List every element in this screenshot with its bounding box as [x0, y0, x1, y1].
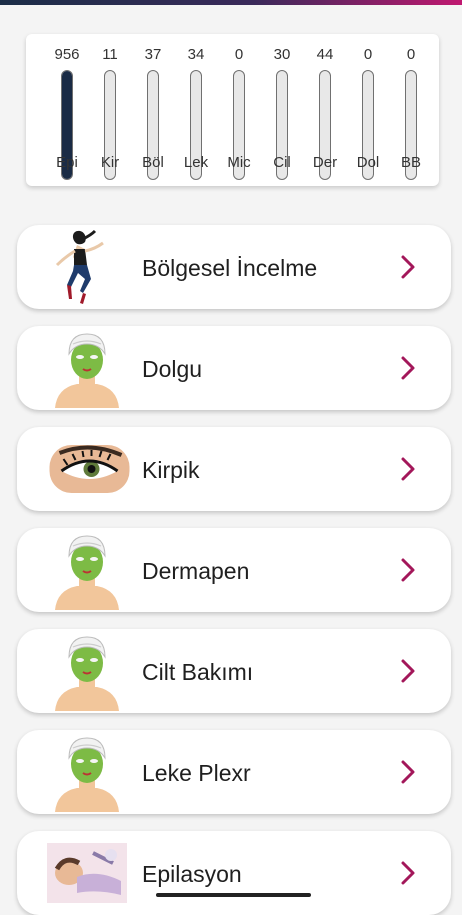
category-card-kirpik[interactable]: Kirpik	[17, 427, 451, 511]
stat-count: 11	[102, 46, 118, 63]
stat-label: Böl	[142, 154, 164, 171]
category-title: Kirpik	[142, 457, 200, 483]
chevron-right-icon[interactable]	[397, 657, 419, 685]
stat-label: Mic	[227, 154, 251, 171]
chevron-right-icon[interactable]	[397, 556, 419, 584]
stat-count: 37	[144, 46, 162, 63]
chevron-right-icon[interactable]	[397, 354, 419, 382]
category-card-epilasyon[interactable]: Epilasyon	[17, 831, 451, 915]
face-mask-icon	[55, 737, 119, 812]
stat-count: 34	[187, 46, 205, 63]
dancing-woman-icon	[55, 229, 104, 304]
category-card-leke-plexr[interactable]: Leke Plexr	[17, 730, 451, 814]
stat-label: Dol	[356, 154, 380, 171]
category-title: Dolgu	[142, 356, 203, 382]
category-title: Epilasyon	[142, 861, 242, 887]
category-card-cilt-bakimi[interactable]: Cilt Bakımı	[17, 629, 451, 713]
chevron-right-icon[interactable]	[397, 455, 419, 483]
stat-count: 44	[316, 46, 334, 63]
stat-label: BB	[400, 154, 421, 171]
stat-mic: 0 Mic	[219, 34, 259, 186]
category-card-bolgesel-incelme[interactable]: Bölgesel İncelme	[17, 225, 451, 309]
face-mask-icon	[55, 535, 119, 610]
eye-lashes-icon	[49, 445, 130, 493]
stat-count: 0	[234, 46, 244, 63]
stat-count: 0	[363, 46, 373, 63]
stat-count: 30	[273, 46, 291, 63]
stat-label: Lek	[183, 154, 209, 171]
home-indicator[interactable]	[156, 893, 311, 897]
stat-count: 956	[54, 46, 80, 63]
stat-label: Cil	[273, 154, 291, 171]
status-bar-strip	[0, 0, 462, 5]
stat-label: Kir	[100, 154, 120, 171]
stat-bb: 0 BB	[391, 34, 431, 186]
stat-cil: 30 Cil	[262, 34, 302, 186]
category-card-dermapen[interactable]: Dermapen	[17, 528, 451, 612]
face-mask-icon	[55, 636, 119, 711]
stat-label: Epi	[56, 154, 78, 171]
stat-dol: 0 Dol	[348, 34, 388, 186]
face-mask-icon	[55, 333, 119, 408]
stat-epi: 956 Epi	[47, 34, 87, 186]
stat-label: Der	[312, 154, 338, 171]
stat-count: 0	[406, 46, 416, 63]
category-card-dolgu[interactable]: Dolgu	[17, 326, 451, 410]
chevron-right-icon[interactable]	[397, 859, 419, 887]
stat-kir: 11 Kir	[90, 34, 130, 186]
stat-bol: 37 Böl	[133, 34, 173, 186]
category-title: Dermapen	[142, 558, 250, 584]
chevron-right-icon[interactable]	[397, 253, 419, 281]
epilation-icon	[47, 843, 127, 903]
stat-der: 44 Der	[305, 34, 345, 186]
chevron-right-icon[interactable]	[397, 758, 419, 786]
category-title: Bölgesel İncelme	[142, 255, 318, 281]
category-title: Leke Plexr	[142, 760, 251, 786]
stat-lek: 34 Lek	[176, 34, 216, 186]
category-title: Cilt Bakımı	[142, 659, 254, 685]
stats-card: 956 Epi 11 Kir 37 Böl 34 Lek 0 Mic 30 Ci…	[26, 34, 439, 186]
